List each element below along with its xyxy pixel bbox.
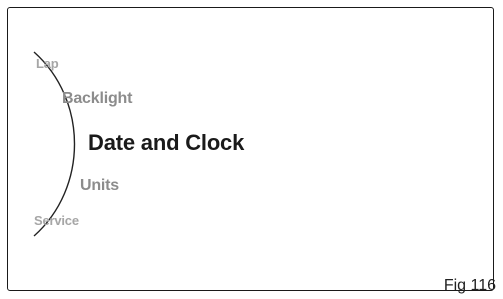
menu-item-units[interactable]: Units xyxy=(80,177,119,195)
menu-item-backlight[interactable]: Backlight xyxy=(62,90,132,108)
menu-arc xyxy=(33,51,76,237)
menu-item-service[interactable]: Service xyxy=(34,213,79,228)
menu-item-lap[interactable]: Lap xyxy=(36,56,59,71)
menu-item-date-and-clock[interactable]: Date and Clock xyxy=(88,130,244,156)
figure-caption: Fig 116 xyxy=(443,277,496,294)
